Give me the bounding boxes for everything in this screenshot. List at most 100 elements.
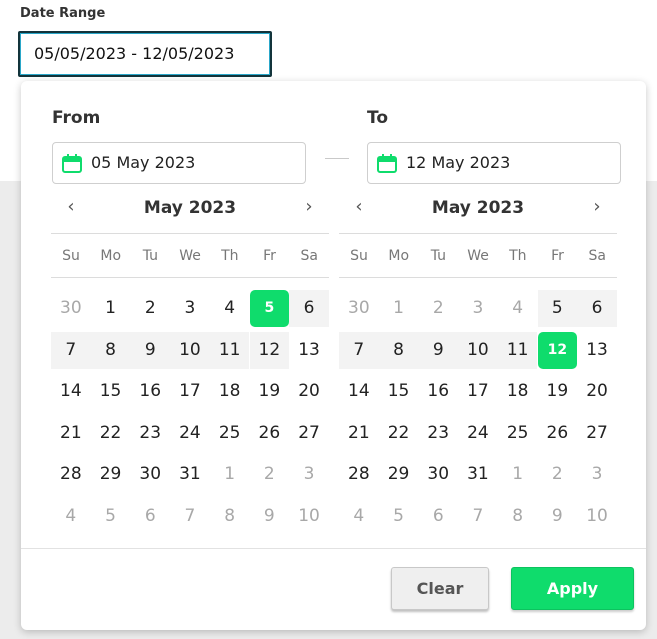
day-cell[interactable]: 6 <box>418 498 458 535</box>
day-cell[interactable]: 12 <box>537 331 578 369</box>
day-cell[interactable]: 7 <box>458 498 498 535</box>
day-cell[interactable]: 2 <box>418 290 458 327</box>
day-cell[interactable]: 3 <box>170 290 210 327</box>
day-cell[interactable]: 21 <box>339 415 379 452</box>
day-cell[interactable]: 1 <box>91 290 131 327</box>
day-cell[interactable]: 9 <box>250 498 290 535</box>
day-cell[interactable]: 3 <box>577 456 617 493</box>
day-cell[interactable]: 25 <box>210 415 250 452</box>
day-cell[interactable]: 1 <box>379 290 419 327</box>
day-cell[interactable]: 28 <box>339 456 379 493</box>
weekday-label: Su <box>350 248 368 264</box>
day-cell[interactable]: 22 <box>91 415 131 452</box>
day-cell[interactable]: 31 <box>170 456 210 493</box>
next-month-button[interactable]: › <box>297 195 321 219</box>
day-cell[interactable]: 15 <box>379 373 419 410</box>
day-cell[interactable]: 5 <box>379 498 419 535</box>
day-cell[interactable]: 1 <box>210 456 250 493</box>
day-cell[interactable]: 6 <box>577 290 617 327</box>
clear-button[interactable]: Clear <box>391 567 489 610</box>
day-cell[interactable]: 13 <box>289 332 329 369</box>
day-cell[interactable]: 14 <box>339 373 379 410</box>
day-cell[interactable]: 10 <box>170 331 210 369</box>
day-cell[interactable]: 10 <box>577 498 617 535</box>
day-cell[interactable]: 10 <box>289 498 329 535</box>
divider <box>339 233 617 234</box>
day-cell[interactable]: 7 <box>339 331 379 369</box>
day-cell[interactable]: 17 <box>170 373 210 410</box>
day-cell[interactable]: 4 <box>210 290 250 327</box>
day-cell[interactable]: 30 <box>130 456 170 493</box>
day-cell[interactable]: 25 <box>498 415 538 452</box>
day-cell[interactable]: 4 <box>498 290 538 327</box>
day-cell[interactable]: 8 <box>90 331 131 369</box>
day-cell[interactable]: 4 <box>51 498 91 535</box>
day-cell[interactable]: 29 <box>91 456 131 493</box>
day-cell[interactable]: 5 <box>249 290 290 327</box>
day-cell[interactable]: 9 <box>418 331 459 369</box>
day-cell[interactable]: 28 <box>51 456 91 493</box>
weekday-label: Fr <box>551 248 564 264</box>
day-cell[interactable]: 2 <box>130 290 170 327</box>
day-cell[interactable]: 8 <box>378 331 419 369</box>
day-cell[interactable]: 20 <box>289 373 329 410</box>
day-cell[interactable]: 4 <box>339 498 379 535</box>
day-cell[interactable]: 7 <box>51 331 91 369</box>
day-cell[interactable]: 27 <box>577 415 617 452</box>
day-cell[interactable]: 26 <box>250 415 290 452</box>
day-cell[interactable]: 24 <box>458 415 498 452</box>
day-cell[interactable]: 30 <box>51 290 91 327</box>
to-date-field[interactable]: 12 May 2023 <box>367 142 621 184</box>
day-cell[interactable]: 30 <box>339 290 379 327</box>
to-label: To <box>367 108 389 128</box>
from-date-field[interactable]: 05 May 2023 <box>52 142 306 184</box>
day-cell[interactable]: 6 <box>289 290 329 327</box>
day-cell[interactable]: 29 <box>379 456 419 493</box>
day-cell[interactable]: 15 <box>91 373 131 410</box>
day-cell[interactable]: 23 <box>130 415 170 452</box>
day-cell[interactable]: 9 <box>130 331 171 369</box>
day-cell[interactable]: 1 <box>498 456 538 493</box>
day-cell[interactable]: 26 <box>538 415 578 452</box>
day-cell[interactable]: 16 <box>418 373 458 410</box>
day-cell[interactable]: 10 <box>458 331 498 369</box>
date-range-input[interactable]: 05/05/2023 - 12/05/2023 <box>18 31 272 77</box>
date-range-popup: From To 05 May 2023 12 May 2023 ‹ May 20… <box>21 81 646 630</box>
day-cell[interactable]: 3 <box>289 456 329 493</box>
day-cell[interactable]: 11 <box>209 331 250 369</box>
from-calendar: ‹ May 2023 › Su Mo Tu We Th Fr Sa 30 1 2 3 4 5 6 7 8 9 1… <box>51 193 329 526</box>
day-cell[interactable]: 3 <box>458 290 498 327</box>
day-cell[interactable]: 24 <box>170 415 210 452</box>
day-cell[interactable]: 18 <box>210 373 250 410</box>
day-cell[interactable]: 6 <box>130 498 170 535</box>
day-cell[interactable]: 19 <box>538 373 578 410</box>
day-cell[interactable]: 18 <box>498 373 538 410</box>
day-cell[interactable]: 20 <box>577 373 617 410</box>
divider <box>51 233 329 234</box>
day-cell[interactable]: 31 <box>458 456 498 493</box>
day-cell[interactable]: 27 <box>289 415 329 452</box>
apply-button[interactable]: Apply <box>511 567 634 610</box>
day-cell[interactable]: 22 <box>379 415 419 452</box>
day-cell[interactable]: 14 <box>51 373 91 410</box>
day-cell[interactable]: 5 <box>91 498 131 535</box>
day-cell[interactable]: 23 <box>418 415 458 452</box>
day-cell[interactable]: 7 <box>170 498 210 535</box>
day-cell[interactable]: 17 <box>458 373 498 410</box>
day-cell[interactable]: 19 <box>250 373 290 410</box>
day-cell[interactable]: 8 <box>498 498 538 535</box>
day-cell[interactable]: 16 <box>130 373 170 410</box>
day-cell[interactable]: 8 <box>210 498 250 535</box>
day-cell[interactable]: 9 <box>538 498 578 535</box>
divider <box>51 277 329 278</box>
day-cell[interactable]: 2 <box>538 456 578 493</box>
day-cell[interactable]: 5 <box>537 290 578 327</box>
weekday-label: Mo <box>388 248 410 264</box>
day-cell[interactable]: 11 <box>497 331 538 369</box>
next-month-button[interactable]: › <box>585 195 609 219</box>
day-cell[interactable]: 30 <box>418 456 458 493</box>
day-cell[interactable]: 21 <box>51 415 91 452</box>
day-cell[interactable]: 12 <box>249 331 290 369</box>
day-cell[interactable]: 13 <box>577 332 617 369</box>
day-cell[interactable]: 2 <box>250 456 290 493</box>
